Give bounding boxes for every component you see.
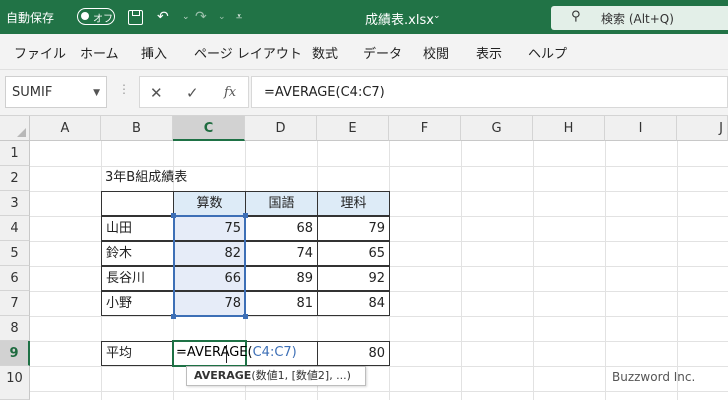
chevron-down-icon[interactable]: ▼ xyxy=(93,88,100,98)
more-options-icon[interactable]: ⋮ xyxy=(118,82,130,96)
column-header[interactable]: D xyxy=(245,116,317,141)
search-icon: ⚲ xyxy=(571,9,581,24)
tab-file[interactable]: ファイル xyxy=(14,43,66,62)
formula-buttons: ✕ ✓ fx xyxy=(139,76,249,108)
score-cell[interactable]: 79 xyxy=(317,216,390,241)
name-cell[interactable]: 長谷川 xyxy=(101,266,174,291)
sheet-title-cell[interactable]: 3年B組成績表 xyxy=(101,166,245,191)
cell-edit-text[interactable]: =AVERAGE(C4:C7) xyxy=(176,341,297,365)
formula-text: =AVERAGE(C4:C7) xyxy=(264,85,385,100)
score-cell[interactable]: 65 xyxy=(317,241,390,266)
column-header[interactable]: G xyxy=(461,116,533,141)
tab-home[interactable]: ホーム xyxy=(80,43,119,62)
row-header[interactable]: 6 xyxy=(0,266,30,291)
spreadsheet-grid: A B C D E F G H I J 1 2 3 4 5 6 7 8 9 10… xyxy=(0,116,728,400)
name-cell[interactable]: 山田 xyxy=(101,216,174,241)
insert-function-icon[interactable]: fx xyxy=(224,85,236,100)
table-cell[interactable] xyxy=(101,191,174,216)
row-header[interactable]: 10 xyxy=(0,366,30,400)
watermark: Buzzword Inc. xyxy=(612,370,696,384)
edit-formula-prefix: =AVERAGE( xyxy=(176,345,253,360)
row-header[interactable]: 5 xyxy=(0,241,30,266)
score-cell[interactable]: 92 xyxy=(317,266,390,291)
toggle-knob xyxy=(81,12,89,20)
name-cell[interactable]: 小野 xyxy=(101,291,174,316)
score-cell[interactable]: 81 xyxy=(245,291,318,316)
row-header[interactable]: 3 xyxy=(0,191,30,216)
tab-insert[interactable]: 挿入 xyxy=(141,43,167,62)
average-label-cell[interactable]: 平均 xyxy=(101,341,174,366)
column-header[interactable]: F xyxy=(389,116,461,141)
function-tooltip[interactable]: AVERAGE(数値1, [数値2], ...) xyxy=(186,366,366,386)
range-handle[interactable] xyxy=(171,314,176,319)
average-value-cell[interactable]: 80 xyxy=(317,341,390,366)
range-handle[interactable] xyxy=(171,213,176,218)
column-header[interactable]: E xyxy=(317,116,389,141)
undo-dropdown-icon[interactable]: ⌄ xyxy=(182,12,190,22)
row-header[interactable]: 7 xyxy=(0,291,30,316)
column-header[interactable]: A xyxy=(30,116,101,141)
header-cell[interactable]: 国語 xyxy=(245,191,318,216)
autosave-label: 自動保存 xyxy=(6,11,55,25)
autosave-toggle[interactable]: オフ xyxy=(77,8,115,25)
header-cell[interactable]: 算数 xyxy=(173,191,246,216)
save-icon[interactable] xyxy=(128,10,143,25)
range-handle[interactable] xyxy=(243,213,248,218)
title-bar: 自動保存 オフ ↶ ⌄ ↷ ⌄ ⩡ 成績表.xlsx ⌄ ⚲ 検索 (Alt+Q… xyxy=(0,0,728,34)
tab-page-layout[interactable]: ページ レイアウト xyxy=(194,43,302,62)
score-cell[interactable]: 89 xyxy=(245,266,318,291)
autosave-state: オフ xyxy=(93,14,113,25)
formula-input[interactable]: =AVERAGE(C4:C7) xyxy=(251,76,728,108)
undo-icon[interactable]: ↶ xyxy=(157,9,169,25)
column-header[interactable]: J xyxy=(677,116,728,141)
column-header[interactable]: B xyxy=(101,116,173,141)
redo-dropdown-icon[interactable]: ⌄ xyxy=(218,12,226,22)
row-header[interactable]: 2 xyxy=(0,166,30,191)
search-label: 検索 (Alt+Q) xyxy=(601,12,674,26)
row-header[interactable]: 9 xyxy=(0,341,30,366)
edit-formula-ref: C4:C7 xyxy=(252,345,292,360)
tab-review[interactable]: 校閲 xyxy=(423,43,449,62)
redo-icon[interactable]: ↷ xyxy=(195,9,207,25)
name-box-value: SUMIF xyxy=(12,85,53,100)
row-header[interactable]: 1 xyxy=(0,141,30,166)
select-all-corner[interactable] xyxy=(0,116,30,141)
text-cursor xyxy=(226,345,227,363)
tab-data[interactable]: データ xyxy=(363,43,402,62)
column-header[interactable]: H xyxy=(533,116,605,141)
search-box[interactable]: ⚲ 検索 (Alt+Q) xyxy=(551,6,728,30)
edit-formula-suffix: ) xyxy=(291,345,297,360)
reference-range-highlight xyxy=(173,215,246,317)
name-cell[interactable]: 鈴木 xyxy=(101,241,174,266)
header-cell[interactable]: 理科 xyxy=(317,191,390,216)
formula-bar-area: SUMIF ▼ ⋮ ✕ ✓ fx =AVERAGE(C4:C7) xyxy=(0,70,728,116)
tab-help[interactable]: ヘルプ xyxy=(528,43,567,62)
tooltip-args: (数値1, [数値2], ...) xyxy=(251,369,351,382)
chevron-down-icon[interactable]: ⌄ xyxy=(433,11,441,21)
score-cell[interactable]: 68 xyxy=(245,216,318,241)
row-header[interactable]: 8 xyxy=(0,316,30,341)
range-handle[interactable] xyxy=(243,314,248,319)
file-name[interactable]: 成績表.xlsx xyxy=(365,9,434,28)
score-cell[interactable]: 74 xyxy=(245,241,318,266)
score-cell[interactable]: 84 xyxy=(317,291,390,316)
column-header[interactable]: I xyxy=(605,116,677,141)
tab-formulas[interactable]: 数式 xyxy=(312,43,338,62)
cancel-icon[interactable]: ✕ xyxy=(150,84,163,102)
row-header[interactable]: 4 xyxy=(0,216,30,241)
name-box[interactable]: SUMIF ▼ xyxy=(5,76,107,108)
column-header[interactable]: C xyxy=(173,116,245,141)
tab-view[interactable]: 表示 xyxy=(476,43,502,62)
ribbon-tabs: ファイル ホーム 挿入 ページ レイアウト 数式 データ 校閲 表示 ヘルプ xyxy=(0,34,728,70)
enter-icon[interactable]: ✓ xyxy=(186,84,199,102)
tooltip-function-name[interactable]: AVERAGE xyxy=(194,369,251,382)
customize-qat-icon[interactable]: ⩡ xyxy=(236,10,242,24)
